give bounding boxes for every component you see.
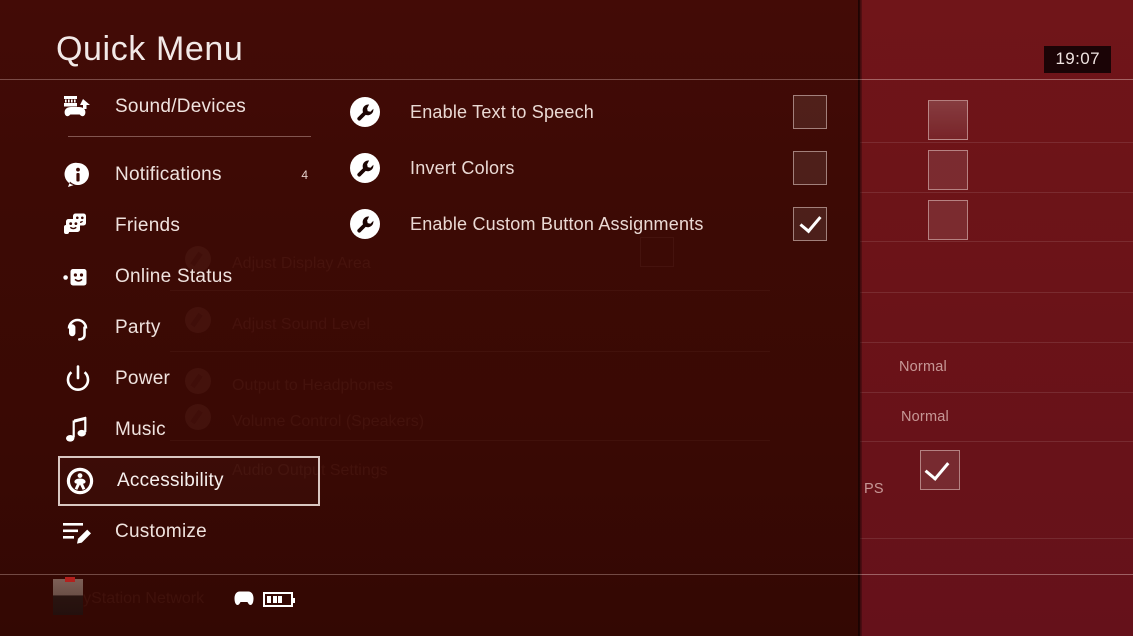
option-checkbox[interactable] xyxy=(793,151,827,185)
option-label: Enable Text to Speech xyxy=(410,101,594,122)
option-row-enable-text-to-speech[interactable]: Enable Text to Speech xyxy=(350,87,850,137)
avatar[interactable] xyxy=(53,577,83,615)
sidebar-item-party[interactable]: Party xyxy=(58,303,320,353)
accessibility-icon xyxy=(60,464,100,498)
quick-menu-overlay: Adjust Display Area Adjust Sound Level O… xyxy=(0,0,860,636)
bg-row-divider xyxy=(860,142,1133,143)
check-mark-icon xyxy=(799,210,822,234)
battery-bar xyxy=(272,596,277,603)
sidebar-item-label: Customize xyxy=(115,521,207,542)
power-icon xyxy=(58,362,98,396)
page-title: Quick Menu xyxy=(56,30,244,68)
sidebar-item-label: Friends xyxy=(115,215,181,236)
sidebar-item-friends[interactable]: Friends xyxy=(58,201,320,251)
music-note-icon xyxy=(58,413,98,447)
bg-row-divider xyxy=(860,241,1133,242)
wrench-icon xyxy=(350,97,380,127)
bg-value-normal-1: Normal xyxy=(899,359,947,375)
bg-checkbox-1[interactable] xyxy=(928,100,968,140)
sidebar-item-label: Power xyxy=(115,368,171,389)
header-divider xyxy=(0,79,1133,80)
footer-divider xyxy=(0,574,1133,575)
bg-checkbox-4[interactable] xyxy=(920,450,960,490)
option-row-invert-colors[interactable]: Invert Colors xyxy=(350,143,850,193)
controller-icon xyxy=(234,591,256,606)
sidebar-item-label: Notifications xyxy=(115,164,222,185)
option-checkbox[interactable] xyxy=(793,207,827,241)
bg-row-divider xyxy=(860,441,1133,442)
sidebar-item-notifications[interactable]: Notifications 4 xyxy=(58,150,320,200)
battery-bar xyxy=(278,596,282,603)
bg-value-normal-2: Normal xyxy=(901,409,949,425)
sidebar-item-label: Sound/Devices xyxy=(115,96,247,117)
online-status-icon xyxy=(58,260,98,294)
customize-pencil-icon xyxy=(58,515,98,549)
headset-icon xyxy=(58,311,98,345)
bg-partial-label: PS xyxy=(864,481,884,497)
bg-row-divider xyxy=(860,392,1133,393)
battery-icon xyxy=(263,592,295,607)
accessibility-options-panel: Enable Text to Speech Invert Colors Enab… xyxy=(345,80,860,574)
sidebar: Sound/Devices Notifications 4 Friends On… xyxy=(0,80,345,574)
sidebar-item-sound-devices[interactable]: Sound/Devices xyxy=(58,82,320,132)
option-checkbox[interactable] xyxy=(793,95,827,129)
wrench-icon xyxy=(350,209,380,239)
sidebar-item-label: Accessibility xyxy=(117,470,224,491)
bg-row-divider xyxy=(860,342,1133,343)
notifications-badge: 4 xyxy=(301,168,308,182)
sidebar-item-online-status[interactable]: Online Status xyxy=(58,252,320,302)
bg-checkbox-2[interactable] xyxy=(928,150,968,190)
friends-icon xyxy=(58,209,98,243)
headset-controller-icon xyxy=(58,90,98,124)
bg-checkbox-3[interactable] xyxy=(928,200,968,240)
bg-row-divider xyxy=(860,538,1133,539)
option-label: Invert Colors xyxy=(410,157,515,178)
clock: 19:07 xyxy=(1044,46,1111,73)
option-label: Enable Custom Button Assignments xyxy=(410,213,704,234)
sidebar-divider xyxy=(68,136,311,137)
bg-row-divider xyxy=(860,292,1133,293)
option-row-enable-custom-button-assignments[interactable]: Enable Custom Button Assignments xyxy=(350,199,850,249)
sidebar-item-label: Party xyxy=(115,317,161,338)
wrench-icon xyxy=(350,153,380,183)
overlay-edge-shadow xyxy=(858,0,862,636)
bg-row-divider xyxy=(860,192,1133,193)
sidebar-item-customize[interactable]: Customize xyxy=(58,507,320,557)
sidebar-item-accessibility[interactable]: Accessibility xyxy=(58,456,320,506)
sidebar-item-label: Online Status xyxy=(115,266,233,287)
screen-root: Normal Normal PS 19:07 Adjust Display Ar… xyxy=(0,0,1133,636)
footer-bar xyxy=(0,575,860,636)
info-bubble-icon xyxy=(58,158,98,192)
sidebar-item-label: Music xyxy=(115,419,166,440)
sidebar-item-power[interactable]: Power xyxy=(58,354,320,404)
sidebar-item-music[interactable]: Music xyxy=(58,405,320,455)
battery-bar xyxy=(267,596,271,603)
check-mark-icon xyxy=(924,455,950,481)
